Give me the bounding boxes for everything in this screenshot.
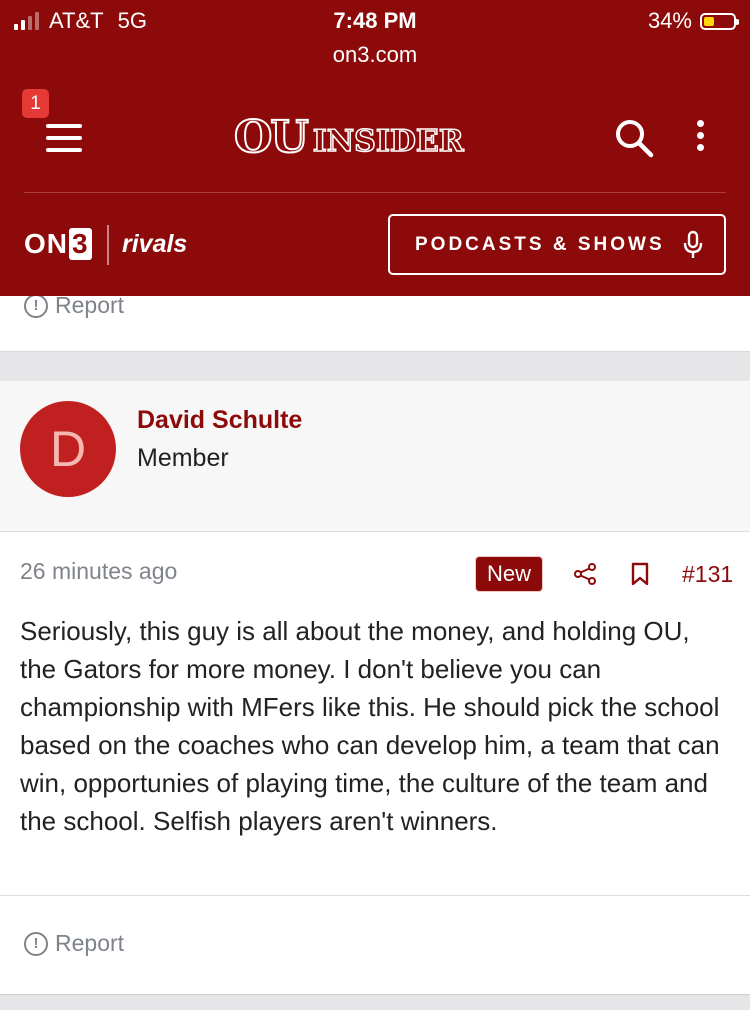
post-author: D David Schulte Member	[0, 381, 750, 532]
report-label: Report	[55, 930, 125, 956]
avatar[interactable]: D	[20, 401, 116, 497]
site-header: AT&T 5G 7:48 PM 34% on3.com 1 OU INSIDER…	[0, 0, 750, 296]
menu-button[interactable]	[46, 124, 82, 152]
new-badge: New	[475, 556, 543, 592]
brand-separator	[107, 225, 109, 265]
more-options-button[interactable]	[692, 120, 708, 158]
search-icon	[616, 120, 654, 158]
status-bar: AT&T 5G 7:48 PM 34%	[0, 0, 750, 42]
report-button[interactable]: ! Report	[24, 292, 124, 319]
post-body: Seriously, this guy is all about the mon…	[20, 616, 720, 836]
mic-icon	[683, 230, 702, 258]
post-card: 26 minutes ago New #131 Seriously, this …	[0, 532, 750, 995]
bookmark-icon[interactable]	[630, 562, 650, 586]
report-icon: !	[24, 293, 48, 318]
post-timestamp[interactable]: 26 minutes ago	[20, 558, 177, 585]
post-footer-divider	[0, 895, 750, 896]
battery-icon	[700, 12, 739, 30]
search-button[interactable]	[614, 118, 654, 158]
logo-ou: OU	[233, 112, 310, 163]
status-time: 7:48 PM	[333, 8, 417, 33]
post-number[interactable]: #131	[682, 561, 733, 588]
site-logo[interactable]: OU INSIDER	[233, 112, 464, 163]
on3-link[interactable]: ON 3	[24, 228, 92, 260]
author-name[interactable]: David Schulte	[137, 406, 302, 435]
logo-insider: INSIDER	[312, 123, 464, 160]
more-vertical-icon	[696, 120, 704, 127]
podcasts-shows-button[interactable]: PODCASTS & SHOWS	[388, 214, 726, 275]
notification-badge: 1	[22, 89, 49, 118]
podcasts-label: PODCASTS & SHOWS	[415, 233, 665, 255]
report-icon: !	[24, 931, 48, 956]
menu-icon	[46, 124, 82, 128]
url-bar[interactable]: on3.com	[0, 42, 750, 68]
report-button[interactable]: ! Report	[24, 930, 124, 957]
rivals-link[interactable]: rivals	[122, 230, 187, 259]
author-role: Member	[137, 444, 229, 472]
header-divider	[24, 192, 726, 193]
report-label: Report	[55, 292, 125, 318]
previous-post-footer: ! Report	[0, 292, 750, 352]
battery-percent: 34%	[647, 8, 692, 33]
share-icon[interactable]	[573, 562, 597, 586]
